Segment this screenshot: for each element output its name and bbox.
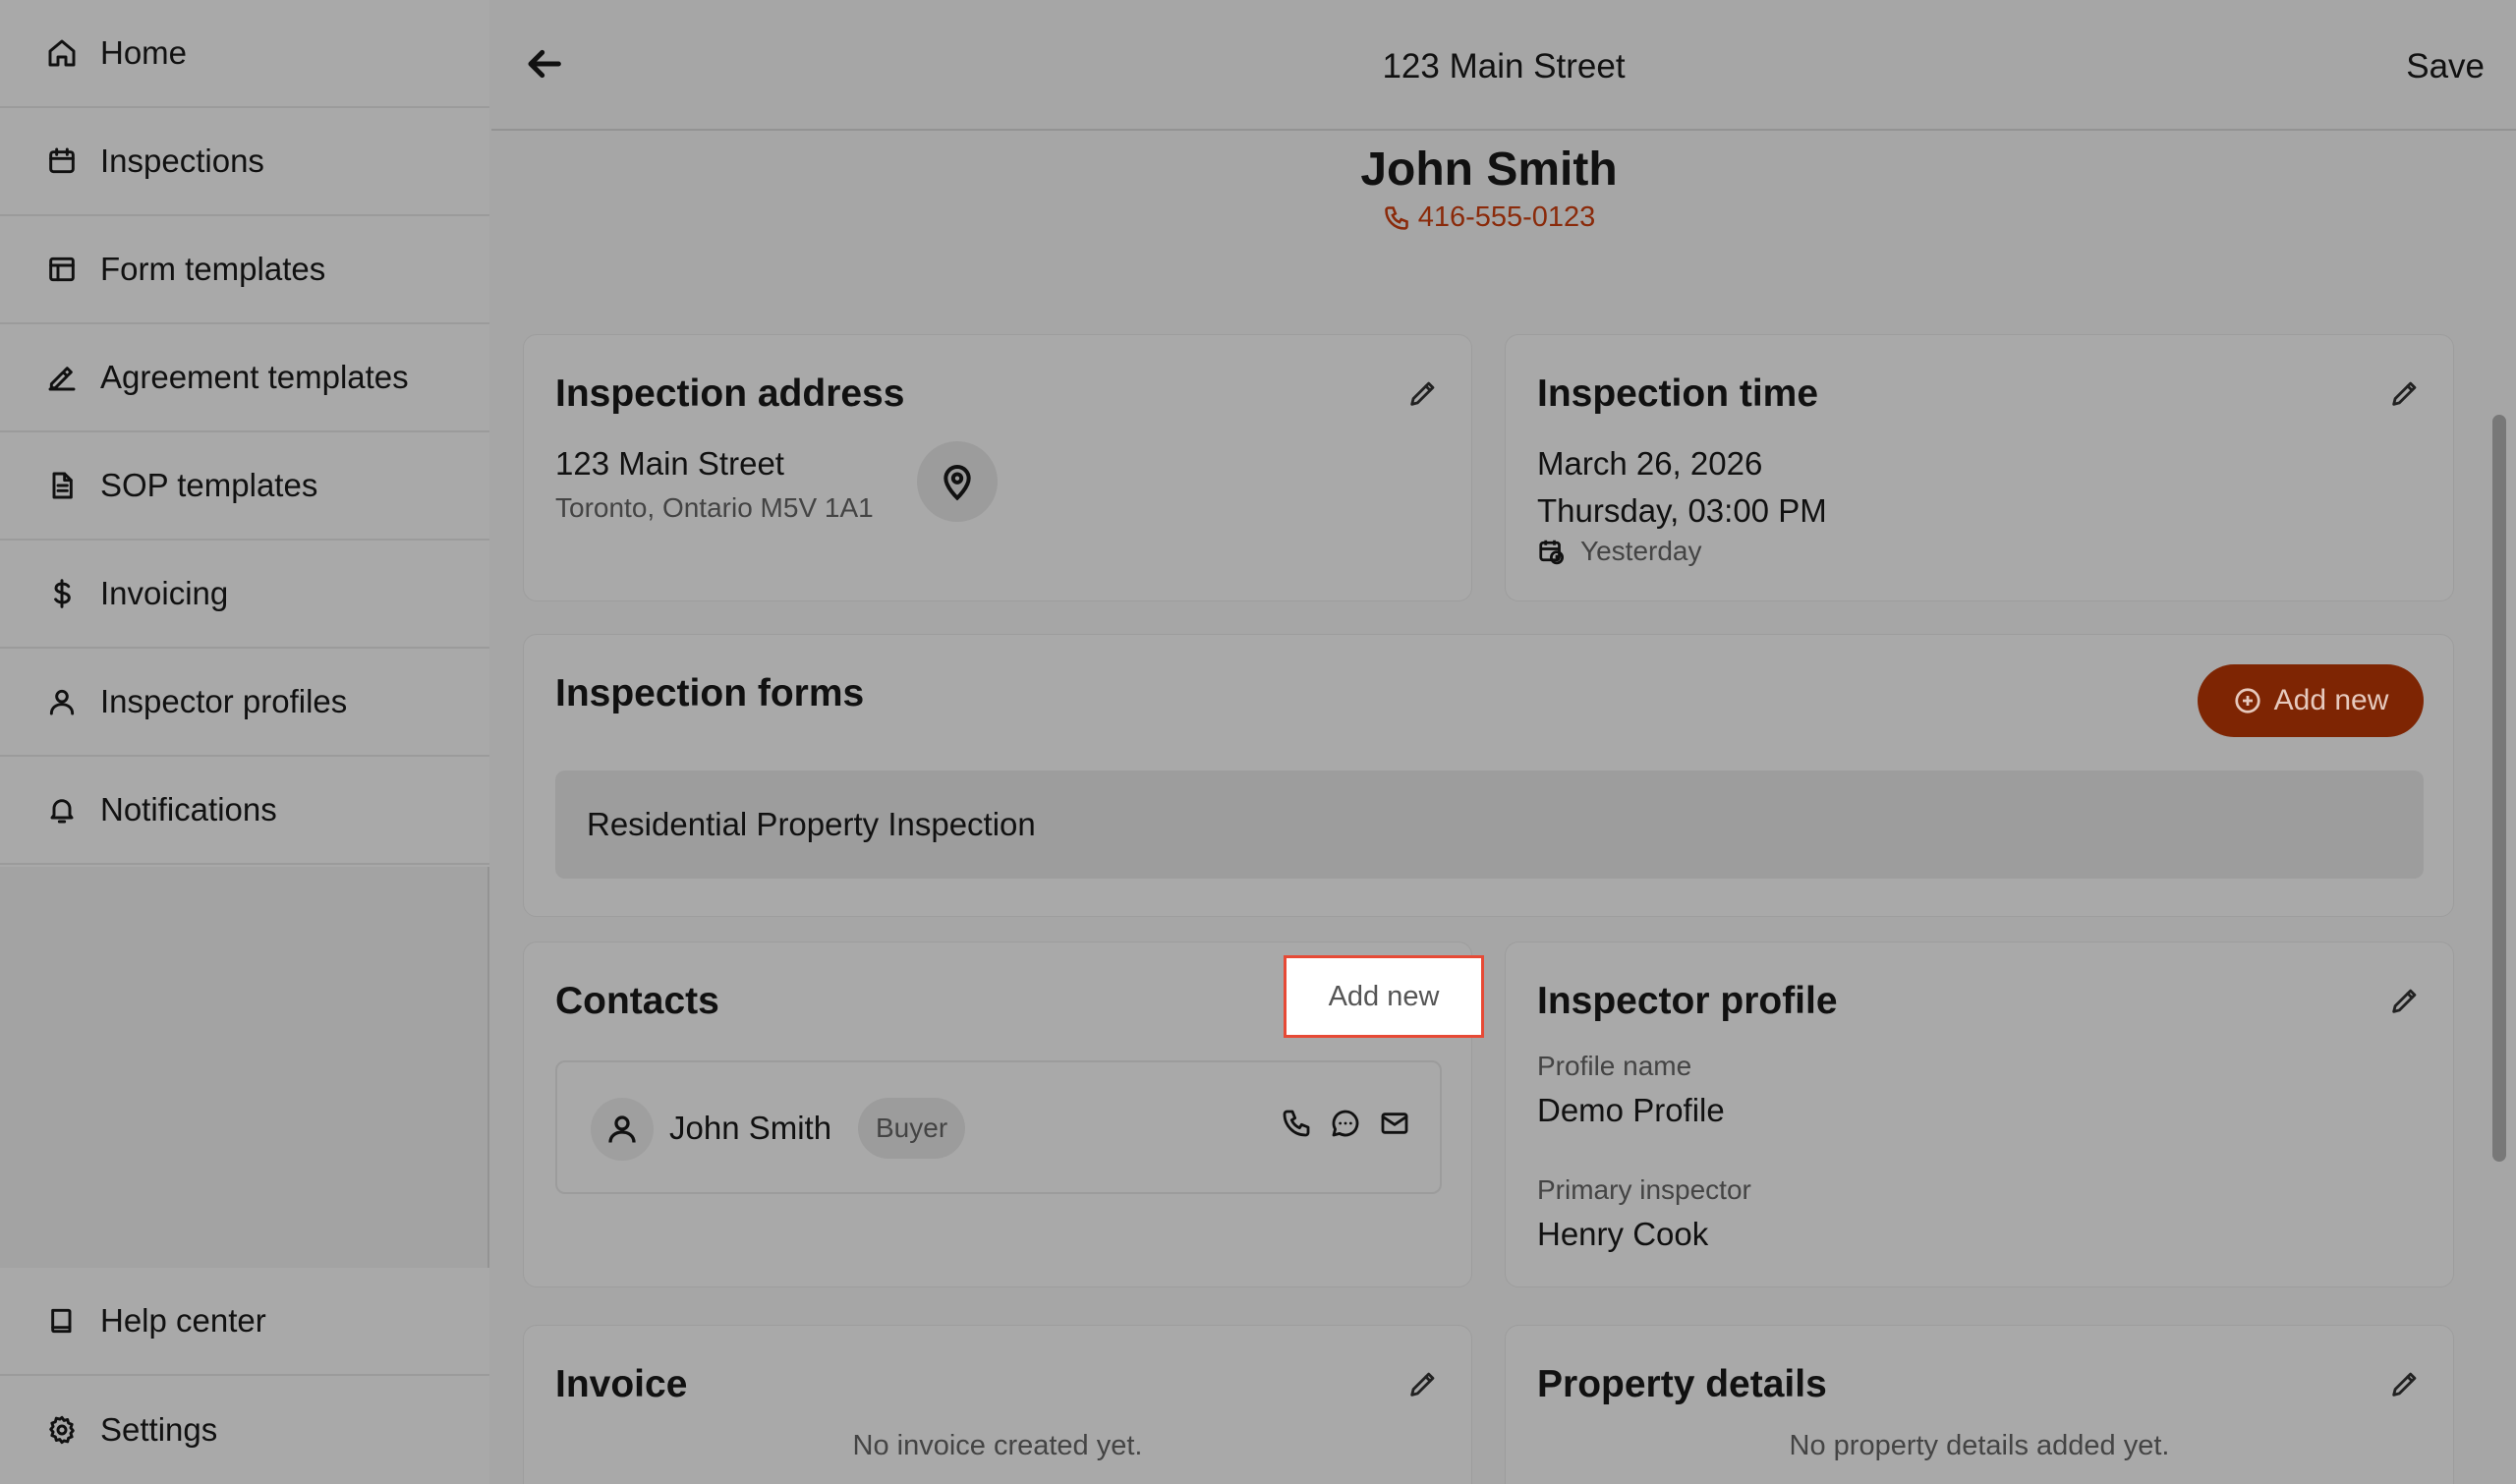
phone-icon xyxy=(1283,1110,1310,1137)
main-scrollbar[interactable] xyxy=(2492,415,2506,1162)
user-icon xyxy=(608,1115,636,1143)
sidebar: Home Inspections Form templates Agreemen… xyxy=(0,0,489,1484)
contact-role-badge: Buyer xyxy=(858,1098,966,1159)
calendar-clock-icon xyxy=(1539,540,1564,565)
message-icon xyxy=(1332,1110,1359,1137)
card-title: Inspector profile xyxy=(1537,980,1838,1022)
edit-address-button[interactable] xyxy=(1406,376,1442,412)
client-phone-number: 416-555-0123 xyxy=(1417,201,1596,233)
phone-icon xyxy=(1384,205,1408,230)
sidebar-item-label: SOP templates xyxy=(100,467,318,503)
sidebar-item-form-templates[interactable]: Form templates xyxy=(0,216,489,324)
user-icon xyxy=(45,685,79,718)
top-bar: 123 Main Street Save xyxy=(491,0,2516,131)
sidebar-item-label: Notifications xyxy=(100,791,277,828)
invoice-card: Invoice No invoice created yet. xyxy=(523,1325,1472,1484)
sidebar-item-label: Agreement templates xyxy=(100,359,409,395)
contact-actions xyxy=(1281,1108,1412,1141)
email-contact-button[interactable] xyxy=(1379,1108,1412,1141)
message-contact-button[interactable] xyxy=(1330,1108,1363,1141)
card-title: Inspection forms xyxy=(555,672,865,714)
primary-inspector-label: Primary inspector xyxy=(1537,1174,1751,1205)
pencil-icon xyxy=(2392,381,2417,406)
client-phone-link[interactable]: 416-555-0123 xyxy=(491,201,2487,234)
sidebar-item-invoicing[interactable]: Invoicing xyxy=(0,541,489,649)
gear-icon xyxy=(45,1413,79,1447)
sidebar-bottom-nav: Help center Settings xyxy=(0,1268,489,1484)
property-details-card: Property details No property details add… xyxy=(1505,1325,2454,1484)
mail-icon xyxy=(1381,1113,1408,1134)
inspection-forms-card: Inspection forms Add new Residential Pro… xyxy=(523,634,2454,917)
main-content: John Smith 416-555-0123 Inspection addre… xyxy=(491,133,2487,1484)
client-name: John Smith xyxy=(1360,143,1618,196)
profile-name-value: Demo Profile xyxy=(1537,1092,1725,1128)
sidebar-item-help-center[interactable]: Help center xyxy=(0,1268,489,1376)
sidebar-item-agreement-templates[interactable]: Agreement templates xyxy=(0,324,489,432)
contact-item[interactable]: John Smith Buyer xyxy=(555,1060,1442,1194)
sidebar-item-label: Inspections xyxy=(100,143,264,179)
sidebar-item-label: Inspector profiles xyxy=(100,683,348,719)
profile-name-label: Profile name xyxy=(1537,1051,1692,1081)
avatar xyxy=(591,1098,654,1161)
sidebar-item-home[interactable]: Home xyxy=(0,0,489,108)
card-title: Inspection time xyxy=(1537,372,1819,415)
inspection-relative-time: Yesterday xyxy=(1537,536,1702,567)
bell-icon xyxy=(45,793,79,827)
add-form-label: Add new xyxy=(2273,684,2389,716)
home-icon xyxy=(45,36,79,70)
pencil-icon xyxy=(1410,381,1435,406)
sidebar-item-label: Invoicing xyxy=(100,575,229,611)
plus-circle-icon xyxy=(2235,688,2260,713)
inspection-time-card: Inspection time March 26, 2026 Thursday,… xyxy=(1505,334,2454,601)
add-contact-button[interactable]: Add new xyxy=(1284,955,1484,1038)
form-item[interactable]: Residential Property Inspection xyxy=(555,771,2424,879)
sidebar-item-inspections[interactable]: Inspections xyxy=(0,108,489,216)
pencil-icon xyxy=(2392,989,2417,1013)
inspection-address-card: Inspection address 123 Main Street Toron… xyxy=(523,334,1472,601)
address-line2: Toronto, Ontario M5V 1A1 xyxy=(555,492,874,523)
edit-property-button[interactable] xyxy=(2388,1367,2424,1402)
relative-time-label: Yesterday xyxy=(1580,536,1702,566)
page-title: 123 Main Street xyxy=(1382,47,1626,86)
inspection-day-time: Thursday, 03:00 PM xyxy=(1537,492,1827,529)
inspector-profile-card: Inspector profile Profile name Demo Prof… xyxy=(1505,942,2454,1287)
pencil-icon xyxy=(2392,1372,2417,1397)
sidebar-item-label: Help center xyxy=(100,1302,266,1339)
property-empty-text: No property details added yet. xyxy=(1789,1430,2170,1461)
sidebar-item-inspector-profiles[interactable]: Inspector profiles xyxy=(0,649,489,757)
contacts-card: Contacts Add new John Smith Buyer xyxy=(523,942,1484,1287)
edit-inspector-button[interactable] xyxy=(2388,984,2424,1019)
sidebar-item-label: Settings xyxy=(100,1411,218,1448)
invoice-empty-text: No invoice created yet. xyxy=(852,1430,1143,1461)
sidebar-item-label: Home xyxy=(100,34,188,71)
open-map-button[interactable] xyxy=(917,441,998,522)
sidebar-item-notifications[interactable]: Notifications xyxy=(0,757,489,865)
pencil-icon xyxy=(1410,1372,1435,1397)
sidebar-item-label: Form templates xyxy=(100,251,326,287)
address-line1: 123 Main Street xyxy=(555,445,784,482)
sidebar-item-settings[interactable]: Settings xyxy=(0,1376,489,1484)
signature-icon xyxy=(45,361,79,394)
card-title: Invoice xyxy=(555,1363,688,1405)
map-pin-icon xyxy=(944,465,971,501)
dollar-icon xyxy=(45,577,79,610)
call-contact-button[interactable] xyxy=(1281,1108,1314,1141)
sidebar-item-sop-templates[interactable]: SOP templates xyxy=(0,432,489,541)
layout-icon xyxy=(45,253,79,286)
card-title: Contacts xyxy=(555,980,719,1022)
sidebar-main-nav: Home Inspections Form templates Agreemen… xyxy=(0,0,489,867)
contact-name: John Smith xyxy=(669,1110,832,1146)
card-title: Inspection address xyxy=(555,372,905,415)
inspection-date: March 26, 2026 xyxy=(1537,445,1763,482)
edit-time-button[interactable] xyxy=(2388,376,2424,412)
book-icon xyxy=(45,1304,79,1338)
card-title: Property details xyxy=(1537,1363,1827,1405)
save-button[interactable]: Save xyxy=(2406,47,2485,86)
primary-inspector-value: Henry Cook xyxy=(1537,1216,1709,1252)
document-icon xyxy=(45,469,79,502)
calendar-icon xyxy=(45,144,79,178)
add-form-button[interactable]: Add new xyxy=(2198,664,2424,737)
edit-invoice-button[interactable] xyxy=(1406,1367,1442,1402)
